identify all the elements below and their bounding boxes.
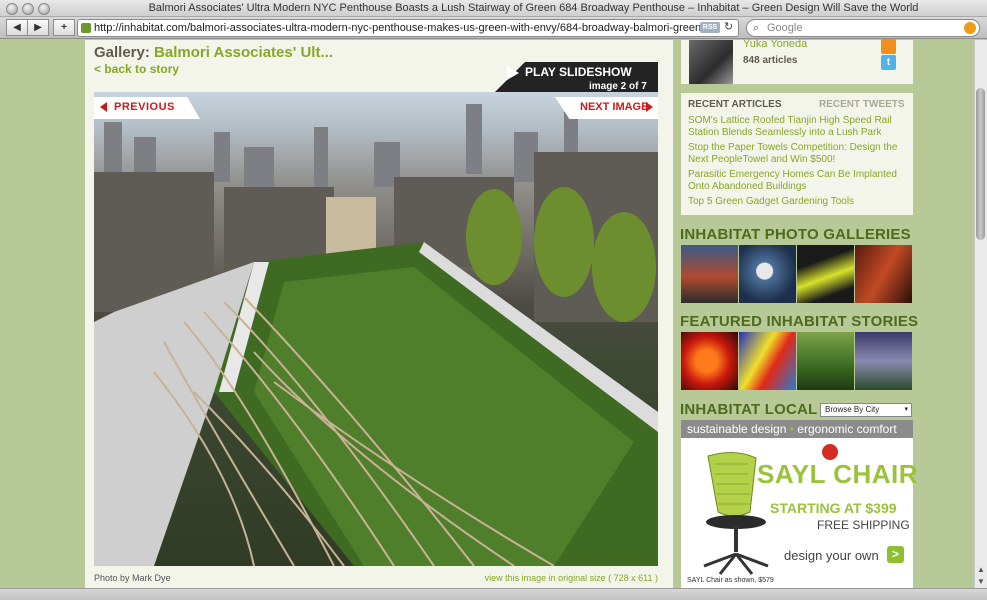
story-thumbnail[interactable] xyxy=(797,332,855,390)
avatar[interactable] xyxy=(689,40,733,84)
gallery-title-prefix: Gallery: xyxy=(94,44,150,61)
gallery-thumbnail[interactable] xyxy=(797,245,855,303)
forward-icon[interactable]: ▶ xyxy=(27,19,49,36)
ad-tagline-right: ergonomic comfort xyxy=(797,422,897,436)
scroll-down-icon[interactable]: ▼ xyxy=(977,577,985,586)
twitter-icon[interactable]: t xyxy=(881,55,896,70)
browse-by-city-select[interactable]: Browse By City ▾ xyxy=(820,403,912,417)
gallery-thumbnail[interactable] xyxy=(739,245,797,303)
previous-image-label[interactable]: PREVIOUS xyxy=(114,101,175,113)
story-thumbnail[interactable] xyxy=(739,332,797,390)
rss-feed-button[interactable]: RSS xyxy=(700,22,720,33)
inhabitat-local-heading[interactable]: INHABITAT LOCAL xyxy=(680,401,817,418)
search-placeholder: Google xyxy=(767,22,803,34)
author-name-link[interactable]: Yuka Yoneda xyxy=(743,38,807,50)
add-bookmark-icon[interactable]: + xyxy=(53,19,75,36)
recent-article-link[interactable]: Stop the Paper Towels Competition: Desig… xyxy=(688,142,908,166)
brand-logo-icon xyxy=(822,444,838,460)
back-icon[interactable]: ◀ xyxy=(6,19,28,36)
recent-article-link[interactable]: Parasitic Emergency Homes Can Be Implant… xyxy=(688,169,908,193)
photo-galleries-heading[interactable]: INHABITAT PHOTO GALLERIES xyxy=(680,226,911,243)
ad-tagline-dot: • xyxy=(789,422,794,436)
ad-cta-arrow-button[interactable]: > xyxy=(887,546,904,563)
play-slideshow-label[interactable]: PLAY SLIDESHOW xyxy=(525,65,632,79)
ad-tagline-strip[interactable]: sustainable design • ergonomic comfort xyxy=(681,420,913,438)
ad-shipping: FREE SHIPPING xyxy=(817,518,910,532)
search-icon: ⌕ xyxy=(753,22,760,34)
gallery-thumbnail[interactable] xyxy=(855,245,913,303)
image-counter: image 2 of 7 xyxy=(589,81,647,92)
tab-recent-articles[interactable]: RECENT ARTICLES xyxy=(688,99,782,110)
ad-price: STARTING AT $399 xyxy=(770,500,897,516)
gallery-thumbnail[interactable] xyxy=(681,245,739,303)
search-engine-icon[interactable] xyxy=(964,22,976,34)
photo-galleries-thumbnails xyxy=(681,245,913,303)
ad-caption: SAYL Chair as shown, $579 xyxy=(687,577,774,584)
gallery-panel: Gallery: Balmori Associates' Ult... < ba… xyxy=(85,40,673,588)
ad-title: SAYL CHAIR xyxy=(757,459,919,489)
ad-cta-text[interactable]: design your own xyxy=(784,548,879,563)
story-thumbnail[interactable] xyxy=(681,332,739,390)
browser-toolbar: ◀ ▶ + http://inhabitat.com/balmori-assoc… xyxy=(0,17,987,39)
recent-article-link[interactable]: SOM's Lattice Roofed Tianjin High Speed … xyxy=(688,115,908,139)
window-title: Balmori Associates' Ultra Modern NYC Pen… xyxy=(148,2,919,14)
site-favicon-icon xyxy=(81,23,91,33)
rss-icon[interactable] xyxy=(881,39,896,54)
ad-tagline-left: sustainable design xyxy=(687,422,787,436)
scroll-up-icon[interactable]: ▲ xyxy=(977,565,985,574)
scrollbar-thumb[interactable] xyxy=(976,88,985,240)
featured-stories-heading[interactable]: FEATURED INHABITAT STORIES xyxy=(680,313,918,330)
minimize-window-button[interactable] xyxy=(22,3,34,15)
featured-stories-thumbnails xyxy=(681,332,913,390)
zoom-window-button[interactable] xyxy=(38,3,50,15)
chevron-down-icon: ▾ xyxy=(904,406,908,413)
author-article-count[interactable]: 848 articles xyxy=(743,55,798,66)
previous-arrow-icon xyxy=(100,102,107,112)
gallery-title: Gallery: Balmori Associates' Ult... xyxy=(94,44,333,61)
back-to-story-link[interactable]: < back to story xyxy=(94,62,179,76)
next-image-label[interactable]: NEXT IMAGE xyxy=(580,101,648,113)
gallery-photo[interactable] xyxy=(94,92,658,566)
photo-credit: Photo by Mark Dye xyxy=(94,573,171,583)
play-icon xyxy=(507,66,519,80)
address-url: http://inhabitat.com/balmori-associates-… xyxy=(94,22,702,34)
address-bar[interactable]: http://inhabitat.com/balmori-associates-… xyxy=(77,19,739,37)
next-arrow-icon xyxy=(646,102,653,112)
original-size-link[interactable]: view this image in original size ( 728 x… xyxy=(485,573,658,583)
close-window-button[interactable] xyxy=(6,3,18,15)
window-titlebar: Balmori Associates' Ultra Modern NYC Pen… xyxy=(0,0,987,17)
reload-icon[interactable]: ↻ xyxy=(724,20,733,33)
rooftop-garden-photo xyxy=(94,104,658,566)
status-bar xyxy=(0,588,987,600)
tab-recent-tweets[interactable]: RECENT TWEETS xyxy=(819,99,905,110)
browse-by-city-value: Browse By City xyxy=(825,405,880,414)
recent-article-link[interactable]: Top 5 Green Gadget Gardening Tools xyxy=(688,196,908,208)
search-input[interactable]: ⌕ Google xyxy=(746,19,980,37)
gallery-title-text: Balmori Associates' Ult... xyxy=(154,44,333,61)
story-thumbnail[interactable] xyxy=(855,332,913,390)
